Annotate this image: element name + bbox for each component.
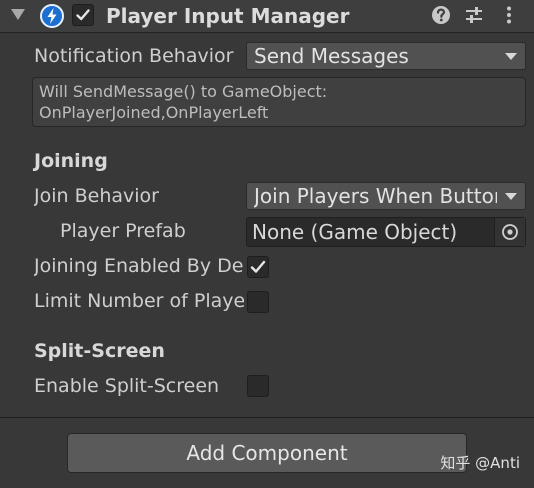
presets-icon[interactable]: [463, 4, 485, 26]
join-behavior-dropdown[interactable]: Join Players When Buttor: [246, 182, 526, 210]
enable-split-screen-checkbox[interactable]: [247, 375, 269, 397]
player-input-manager-icon: [40, 4, 64, 28]
inspector-panel: Player Input Manager Notification Behavi…: [0, 0, 534, 488]
help-text-line: Will SendMessage() to GameObject:: [39, 82, 328, 101]
divider: [0, 417, 534, 418]
chevron-down-icon: [505, 53, 517, 60]
player-prefab-field[interactable]: None (Game Object): [246, 217, 526, 247]
joining-enabled-checkbox[interactable]: [247, 256, 269, 278]
notification-behavior-dropdown[interactable]: Send Messages: [246, 42, 526, 70]
object-picker-button[interactable]: [494, 218, 525, 246]
checkmark-icon: [76, 9, 90, 21]
watermark: 知乎 @Anti: [440, 454, 520, 472]
foldout-arrow-icon[interactable]: [11, 9, 25, 20]
more-menu-icon[interactable]: [498, 4, 520, 26]
add-component-button[interactable]: Add Component: [67, 433, 467, 473]
object-picker-icon: [502, 224, 518, 240]
notification-behavior-label: Notification Behavior: [34, 45, 234, 67]
checkmark-icon: [250, 260, 266, 273]
component-enabled-checkbox[interactable]: [72, 4, 94, 26]
component-title: Player Input Manager: [106, 4, 350, 28]
chevron-down-icon: [505, 193, 517, 200]
player-prefab-value: None (Game Object): [252, 220, 458, 244]
player-prefab-label: Player Prefab: [60, 220, 186, 242]
limit-players-label: Limit Number of Playe: [34, 290, 244, 312]
joining-heading: Joining: [34, 150, 108, 172]
joining-enabled-label: Joining Enabled By De: [34, 255, 244, 277]
join-behavior-value: Join Players When Buttor: [254, 184, 497, 208]
enable-split-screen-label: Enable Split-Screen: [34, 375, 220, 397]
join-behavior-label: Join Behavior: [34, 185, 159, 207]
help-icon[interactable]: [430, 4, 452, 26]
help-text-line: OnPlayerJoined,OnPlayerLeft: [39, 103, 269, 122]
split-screen-heading: Split-Screen: [34, 340, 165, 362]
limit-players-checkbox[interactable]: [247, 291, 269, 313]
component-header[interactable]: Player Input Manager: [0, 0, 534, 33]
notification-behavior-value: Send Messages: [254, 44, 409, 68]
help-box: Will SendMessage() to GameObject: OnPlay…: [32, 77, 526, 127]
